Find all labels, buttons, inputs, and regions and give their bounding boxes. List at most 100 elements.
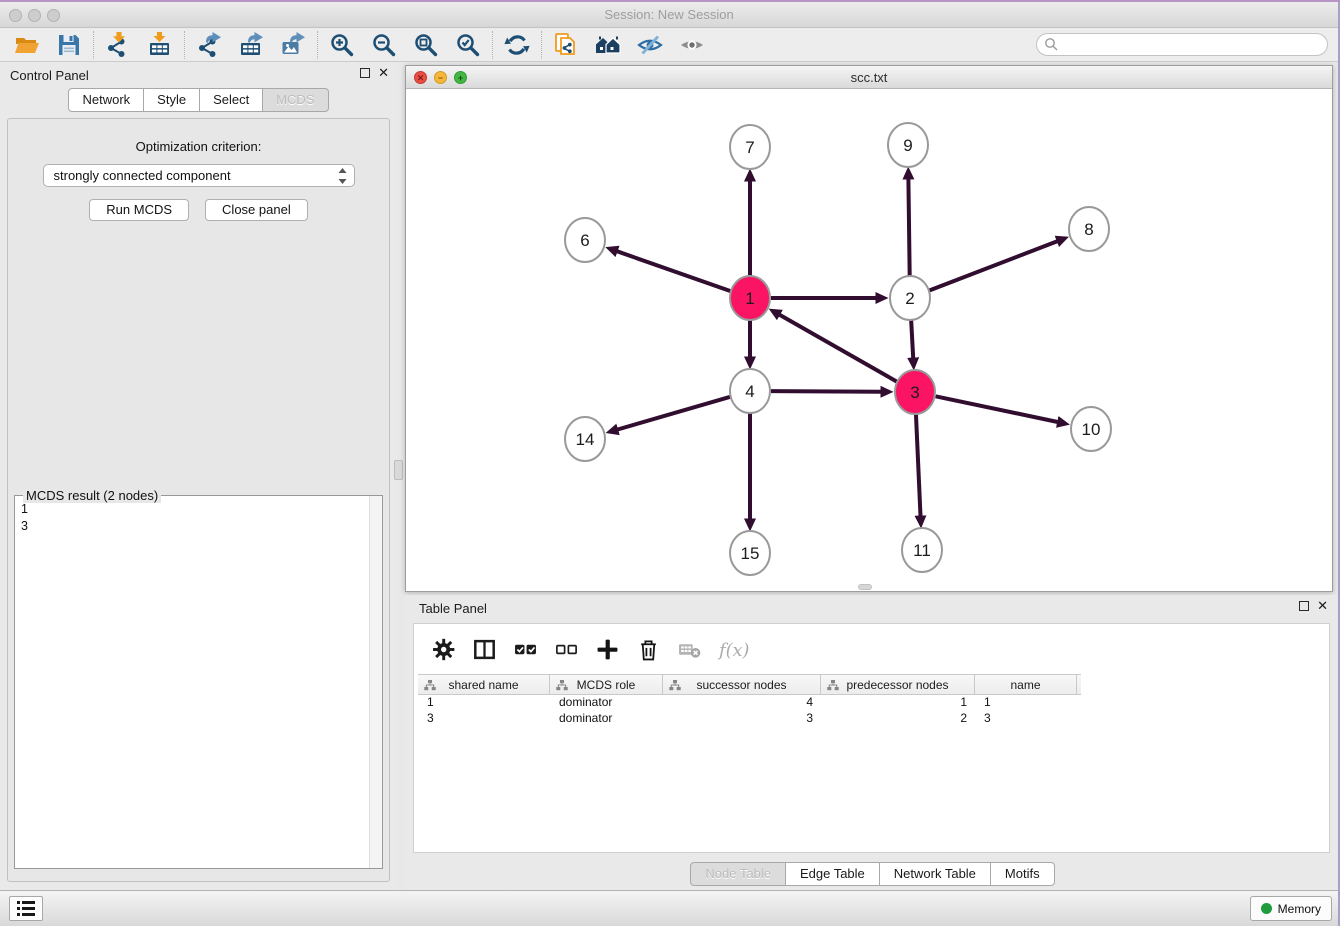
table-row[interactable]: 1dominator411 bbox=[418, 695, 1329, 711]
toolbar-separator bbox=[492, 31, 493, 59]
graph-node-1[interactable]: 1 bbox=[730, 276, 770, 320]
toolbar-separator bbox=[541, 31, 542, 59]
graph-node-8[interactable]: 8 bbox=[1069, 207, 1109, 251]
select-all-columns-button[interactable] bbox=[512, 636, 538, 662]
column-header-name[interactable]: name bbox=[975, 675, 1077, 694]
graph-node-7[interactable]: 7 bbox=[730, 125, 770, 169]
panel-splitter-handle[interactable] bbox=[394, 460, 403, 480]
show-columns-button[interactable] bbox=[471, 636, 497, 662]
window-title: Session: New Session bbox=[0, 7, 1338, 22]
export-image-button[interactable] bbox=[272, 30, 314, 60]
graph-node-11[interactable]: 11 bbox=[902, 528, 942, 572]
memory-button[interactable]: Memory bbox=[1250, 896, 1332, 921]
export-network-button[interactable] bbox=[188, 30, 230, 60]
graph-node-4[interactable]: 4 bbox=[730, 369, 770, 413]
hide-graphics-details-button[interactable] bbox=[629, 30, 671, 60]
search-input[interactable] bbox=[1036, 33, 1328, 56]
edge-2-9[interactable] bbox=[908, 179, 909, 277]
export-table-icon bbox=[238, 32, 264, 58]
graph-node-2[interactable]: 2 bbox=[890, 276, 930, 320]
import-network-button[interactable] bbox=[97, 30, 139, 60]
tab-motifs[interactable]: Motifs bbox=[991, 862, 1055, 886]
edit-column-icon bbox=[669, 680, 681, 691]
close-panel-button[interactable]: Close panel bbox=[205, 199, 308, 221]
clone-network-button[interactable] bbox=[545, 30, 587, 60]
deselect-all-columns-button[interactable] bbox=[553, 636, 579, 662]
task-history-button[interactable] bbox=[9, 896, 43, 921]
show-columns-icon bbox=[473, 638, 496, 661]
tab-network-table[interactable]: Network Table bbox=[880, 862, 991, 886]
run-mcds-button[interactable]: Run MCDS bbox=[89, 199, 189, 221]
result-scrollbar[interactable] bbox=[369, 496, 382, 868]
deselect-all-columns-icon bbox=[555, 638, 578, 661]
apply-function-button[interactable]: f(x) bbox=[717, 636, 743, 662]
column-header-MCDS-role[interactable]: MCDS role bbox=[550, 675, 663, 694]
save-session-button[interactable] bbox=[48, 30, 90, 60]
mcds-result-group: MCDS result (2 nodes) 1 3 bbox=[14, 495, 383, 869]
zoom-fit-button[interactable] bbox=[405, 30, 447, 60]
clone-network-icon bbox=[553, 32, 579, 58]
delete-table-button[interactable] bbox=[676, 636, 702, 662]
column-header-successor-nodes[interactable]: successor nodes bbox=[663, 675, 821, 694]
edge-3-10[interactable] bbox=[936, 396, 1058, 422]
edge-2-3[interactable] bbox=[911, 319, 913, 358]
add-row-button[interactable] bbox=[594, 636, 620, 662]
show-graphics-details-button[interactable] bbox=[671, 30, 713, 60]
control-panel-title: Control Panel bbox=[10, 68, 89, 83]
optimization-criterion-label: Optimization criterion: bbox=[8, 139, 389, 154]
edge-3-1[interactable] bbox=[780, 315, 897, 382]
export-table-button[interactable] bbox=[230, 30, 272, 60]
import-table-button[interactable] bbox=[139, 30, 181, 60]
table-panel-header: Table Panel ✕ bbox=[405, 595, 1340, 621]
tab-mcds[interactable]: MCDS bbox=[263, 88, 328, 112]
table-panel-title: Table Panel bbox=[419, 601, 487, 616]
table-panel-close-icon[interactable]: ✕ bbox=[1317, 600, 1328, 612]
table-options-gear-button[interactable] bbox=[430, 636, 456, 662]
main-titlebar: Session: New Session bbox=[0, 2, 1338, 28]
zoom-out-button[interactable] bbox=[363, 30, 405, 60]
open-file-icon bbox=[14, 32, 40, 58]
edge-3-11[interactable] bbox=[916, 413, 921, 516]
home-layout-button[interactable] bbox=[587, 30, 629, 60]
zoom-selected-button[interactable] bbox=[447, 30, 489, 60]
graph-node-3[interactable]: 3 bbox=[895, 370, 935, 414]
zoom-in-icon bbox=[329, 32, 355, 58]
tab-node-table[interactable]: Node Table bbox=[690, 862, 786, 886]
select-chevrons-icon bbox=[338, 168, 347, 184]
graph-node-15[interactable]: 15 bbox=[730, 531, 770, 575]
graph-node-14[interactable]: 14 bbox=[565, 417, 605, 461]
graph-node-9[interactable]: 9 bbox=[888, 123, 928, 167]
network-canvas[interactable]: 7 9 6 8 1 2 4 3 14 10 15 11 bbox=[406, 89, 1332, 591]
table-row[interactable]: 3dominator323 bbox=[418, 711, 1329, 727]
import-table-icon bbox=[147, 32, 173, 58]
network-hscroll-thumb[interactable] bbox=[858, 584, 872, 590]
open-file-button[interactable] bbox=[6, 30, 48, 60]
column-label: MCDS role bbox=[577, 678, 636, 692]
add-row-icon bbox=[596, 638, 619, 661]
table-panel-maximize-icon[interactable] bbox=[1299, 601, 1309, 611]
column-header-predecessor-nodes[interactable]: predecessor nodes bbox=[821, 675, 975, 694]
column-header-shared-name[interactable]: shared name bbox=[418, 675, 550, 694]
tab-select[interactable]: Select bbox=[200, 88, 263, 112]
tab-edge-table[interactable]: Edge Table bbox=[786, 862, 880, 886]
control-panel-tabs: NetworkStyleSelectMCDS bbox=[0, 88, 397, 112]
node-label: 1 bbox=[745, 289, 754, 308]
search-container bbox=[1036, 33, 1328, 56]
graph-node-6[interactable]: 6 bbox=[565, 218, 605, 262]
edge-4-3[interactable] bbox=[771, 391, 881, 392]
edge-1-6[interactable] bbox=[617, 251, 730, 291]
refresh-button[interactable] bbox=[496, 30, 538, 60]
edge-2-8[interactable] bbox=[930, 241, 1058, 290]
edge-4-14[interactable] bbox=[618, 397, 730, 430]
control-panel-maximize-icon[interactable] bbox=[360, 68, 370, 78]
tab-network[interactable]: Network bbox=[68, 88, 144, 112]
tab-style[interactable]: Style bbox=[144, 88, 200, 112]
criterion-select[interactable]: strongly connected component bbox=[43, 164, 355, 187]
control-panel-close-icon[interactable]: ✕ bbox=[378, 67, 389, 79]
delete-row-button[interactable] bbox=[635, 636, 661, 662]
graph-node-10[interactable]: 10 bbox=[1071, 407, 1111, 451]
node-label: 9 bbox=[903, 136, 912, 155]
zoom-in-button[interactable] bbox=[321, 30, 363, 60]
network-window-titlebar[interactable]: ✕ − + scc.txt bbox=[406, 66, 1332, 89]
table-toolbar: f(x) bbox=[414, 624, 1329, 674]
